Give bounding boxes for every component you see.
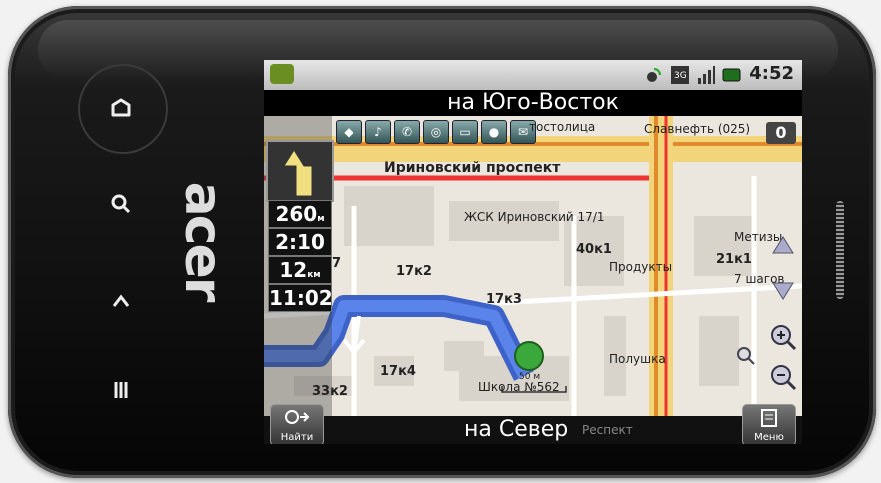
nav-toolbar: ◆ ♪ ✆ ◎ ▭ ● ✉ xyxy=(336,120,536,144)
menu-icon[interactable] xyxy=(101,370,141,410)
scale-label: 50 м xyxy=(519,372,541,382)
top-direction: на Юго-Восток xyxy=(264,90,802,116)
map-label: Славнефть (025) xyxy=(644,122,751,136)
eta: 11:02 xyxy=(268,284,333,312)
svg-text:3G: 3G xyxy=(674,71,687,81)
3g-icon: 3G xyxy=(671,66,689,84)
tape-icon[interactable]: ◎ xyxy=(423,120,449,144)
phone-body: acer 3G 4:52 на Юго-Восток 260м 2:10 12к… xyxy=(8,6,876,478)
back-icon[interactable] xyxy=(101,282,141,322)
map-label: Продукты xyxy=(609,260,673,274)
map-label: Полушка xyxy=(609,352,666,366)
menu-button[interactable]: Меню xyxy=(742,404,796,444)
screen: 3G 4:52 на Юго-Восток 260м 2:10 12км 11:… xyxy=(264,60,802,444)
status-bar: 3G 4:52 xyxy=(264,60,802,90)
map-label: ЖСК Ириновский 17/1 xyxy=(464,210,605,224)
find-label: Найти xyxy=(280,432,314,443)
battery-tb-icon[interactable]: ▭ xyxy=(452,120,478,144)
turn-indicator xyxy=(266,140,334,202)
map-label: Школа №562 xyxy=(478,380,560,394)
remaining-distance: 12км xyxy=(268,256,332,284)
arrow-down-icon[interactable] xyxy=(768,276,798,306)
bottom-bar: Найти на Север Респект Меню xyxy=(264,404,802,444)
score-counter[interactable]: 0 xyxy=(766,122,796,144)
home-icon[interactable] xyxy=(101,88,141,128)
speaker-grille xyxy=(836,201,844,299)
signal-icon xyxy=(698,66,715,84)
arrow-up-icon[interactable] xyxy=(768,230,798,260)
map-label: 17к4 xyxy=(380,364,416,379)
volume-icon[interactable]: ♪ xyxy=(365,120,391,144)
map-label: 7 xyxy=(332,256,342,271)
distance-to-turn: 260м xyxy=(268,200,332,228)
bottom-direction: на Север xyxy=(464,417,569,442)
map-label: 17к2 xyxy=(396,264,432,279)
compass-icon[interactable]: ◆ xyxy=(336,120,362,144)
map-label: 17к3 xyxy=(486,292,522,307)
zoom-in-icon[interactable] xyxy=(768,322,798,352)
menu-label: Меню xyxy=(754,432,784,443)
gps-icon xyxy=(647,68,661,82)
traffic-icon[interactable]: ● xyxy=(481,120,507,144)
map-label: 21к1 xyxy=(716,252,752,267)
search-map-icon[interactable] xyxy=(734,344,758,368)
chat-icon xyxy=(270,64,294,84)
battery-icon xyxy=(722,68,741,82)
zoom-out-icon[interactable] xyxy=(768,362,798,392)
clock: 4:52 xyxy=(749,63,794,84)
search-icon[interactable] xyxy=(101,184,141,224)
map-label: 40к1 xyxy=(576,242,612,257)
brand-logo: acer xyxy=(173,181,233,301)
time-remaining: 2:10 xyxy=(268,228,332,256)
phone-icon[interactable]: ✆ xyxy=(394,120,420,144)
find-button[interactable]: Найти xyxy=(270,404,324,444)
map-label: тостолица xyxy=(529,120,596,134)
map-label: 33к2 xyxy=(312,384,348,399)
bottom-partial-label: Респект xyxy=(582,423,633,437)
street-label: Ириновский проспект xyxy=(384,160,561,176)
